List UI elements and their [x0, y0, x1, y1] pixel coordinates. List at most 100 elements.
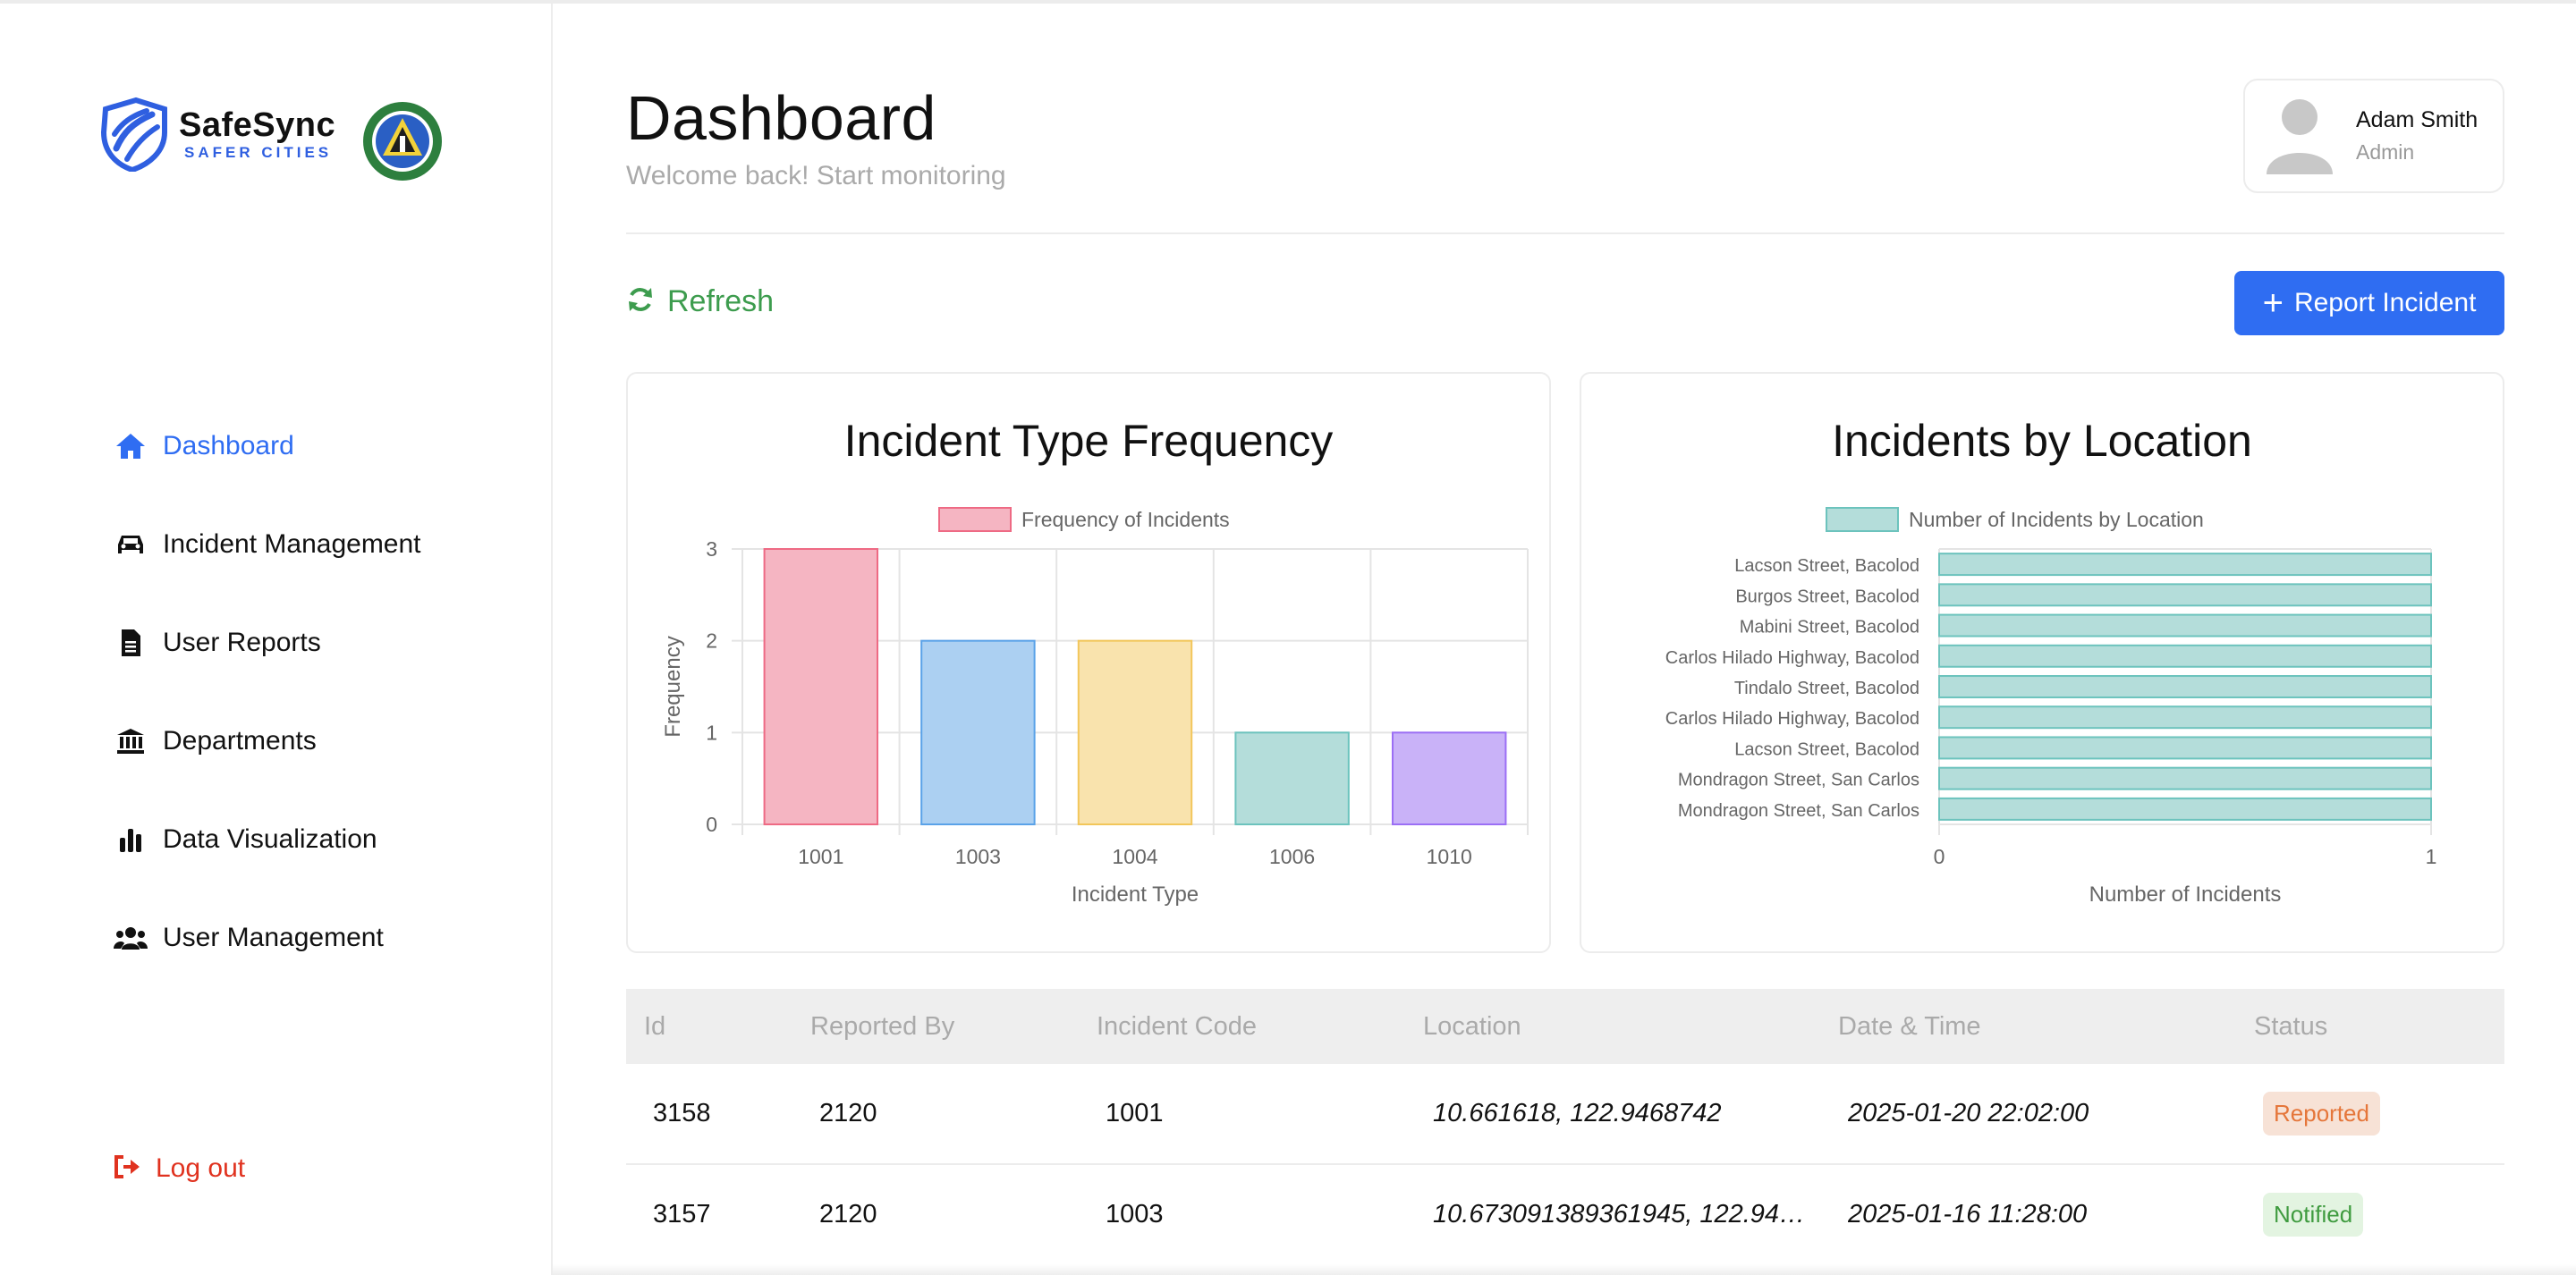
status-badge: Reported: [2263, 1092, 2380, 1136]
incident-type-chart-card: Incident Type Frequency Frequency of Inc…: [626, 372, 1551, 953]
sidebar-item-label: Data Visualization: [163, 824, 377, 854]
sidebar: SafeSync SAFER CITIES Dashboard Incident…: [0, 4, 553, 1275]
header-divider: [626, 232, 2504, 234]
y-tick-label: Carlos Hilado Highway, Bacolod: [1665, 648, 1919, 668]
bar: [920, 639, 1036, 825]
car-icon: [113, 527, 148, 562]
logout-button[interactable]: Log out: [113, 1153, 245, 1184]
incident-type-bar-chart: Frequency of Incidents 0 1 2 3 1001 1003 1004 10…: [661, 507, 1529, 907]
sidebar-item-dashboard[interactable]: Dashboard: [113, 397, 421, 495]
sidebar-item-user-management[interactable]: User Management: [113, 889, 421, 987]
column-header-status[interactable]: Status: [2254, 1012, 2327, 1042]
sidebar-item-label: Dashboard: [163, 431, 294, 460]
plus-icon: +: [2262, 283, 2284, 323]
x-tick-label: 1010: [1427, 845, 1472, 868]
bar: [763, 548, 879, 825]
column-header-id[interactable]: Id: [644, 1012, 665, 1042]
page-subtitle: Welcome back! Start monitoring: [626, 161, 1006, 190]
refresh-icon: [626, 285, 655, 318]
sidebar-item-label: User Reports: [163, 628, 321, 657]
x-tick-label: 1006: [1269, 845, 1315, 868]
user-profile-card[interactable]: Adam Smith Admin: [2243, 79, 2504, 193]
y-tick-label: 2: [706, 629, 717, 653]
sidebar-item-label: Departments: [163, 726, 317, 756]
legend-swatch: [938, 507, 1012, 532]
bar: [1938, 583, 2432, 607]
sidebar-item-departments[interactable]: Departments: [113, 692, 421, 790]
city-seal-logo: [363, 102, 442, 181]
safesync-shield-icon: [100, 97, 167, 172]
cell-incident-code: 1001: [1106, 1099, 1164, 1127]
y-tick-label: Mondragon Street, San Carlos: [1678, 801, 1919, 821]
x-axis-label: Number of Incidents: [2089, 882, 2282, 907]
cell-id: 3157: [653, 1200, 711, 1229]
refresh-button[interactable]: Refresh: [626, 284, 774, 319]
x-tick-label: 1004: [1112, 845, 1157, 868]
sidebar-item-label: User Management: [163, 923, 384, 952]
y-tick-label: Burgos Street, Bacolod: [1735, 587, 1919, 606]
bar-chart-icon: [113, 822, 148, 857]
bar: [1077, 639, 1193, 825]
cell-id: 3158: [653, 1099, 711, 1127]
table-row[interactable]: 3157 2120 1003 10.673091389361945, 122.9…: [626, 1165, 2504, 1266]
logout-label: Log out: [156, 1153, 246, 1183]
sidebar-item-incident-management[interactable]: Incident Management: [113, 495, 421, 594]
cell-location: 10.661618, 122.9468742: [1433, 1099, 1722, 1127]
incidents-by-location-chart-card: Incidents by Location Number of Incident…: [1580, 372, 2504, 953]
y-tick-label: Tindalo Street, Bacolod: [1734, 679, 1919, 698]
cell-date-time: 2025-01-20 22:02:00: [1848, 1099, 2089, 1127]
legend-label: Frequency of Incidents: [1021, 508, 1230, 531]
x-tick-label: 1003: [955, 845, 1001, 868]
y-tick-label: Mondragon Street, San Carlos: [1678, 771, 1919, 790]
legend-label: Number of Incidents by Location: [1909, 508, 2204, 531]
status-badge: Notified: [2263, 1193, 2364, 1237]
column-header-reported-by[interactable]: Reported By: [810, 1012, 954, 1042]
cell-incident-code: 1003: [1106, 1200, 1164, 1229]
cell-location: 10.673091389361945, 122.947...: [1433, 1200, 1809, 1229]
bar: [1938, 644, 2432, 668]
refresh-label: Refresh: [667, 284, 775, 318]
column-header-location[interactable]: Location: [1423, 1012, 1521, 1042]
bar: [1938, 705, 2432, 730]
column-header-date-time[interactable]: Date & Time: [1838, 1012, 1981, 1042]
y-tick-label: 1: [706, 721, 717, 744]
sidebar-nav: Dashboard Incident Management User Repor…: [113, 397, 421, 987]
sidebar-item-label: Incident Management: [163, 529, 421, 559]
incidents-table: Id Reported By Incident Code Location Da…: [626, 989, 2504, 1266]
table-row[interactable]: 3158 2120 1001 10.661618, 122.9468742 20…: [626, 1064, 2504, 1165]
x-axis-label: Incident Type: [1072, 882, 1199, 907]
users-icon: [113, 920, 148, 956]
y-tick-label: Lacson Street, Bacolod: [1734, 739, 1919, 759]
brand-name: SafeSync: [179, 106, 336, 144]
column-header-incident-code[interactable]: Incident Code: [1097, 1012, 1257, 1042]
y-tick-label: Lacson Street, Bacolod: [1734, 556, 1919, 576]
x-tick-label: 1001: [798, 845, 843, 868]
legend-swatch: [1826, 507, 1899, 532]
y-tick-label: 0: [706, 813, 717, 836]
cell-date-time: 2025-01-16 11:28:00: [1848, 1200, 2088, 1229]
sidebar-item-data-visualization[interactable]: Data Visualization: [113, 790, 421, 889]
incidents-by-location-bar-chart: Number of Incidents by Location 0 1 Lacson …: [1665, 507, 2437, 907]
file-icon: [113, 625, 148, 661]
bar: [1938, 675, 2432, 698]
cell-reported-by: 2120: [819, 1099, 877, 1127]
user-role: Admin: [2356, 140, 2415, 164]
bar: [1938, 797, 2432, 821]
table-header: Id Reported By Incident Code Location Da…: [626, 989, 2504, 1064]
y-tick-label: Mabini Street, Bacolod: [1740, 618, 1919, 638]
bar: [1234, 731, 1350, 826]
bar: [1938, 736, 2432, 760]
y-axis-label: Frequency: [661, 636, 685, 737]
y-tick-label: Carlos Hilado Highway, Bacolod: [1665, 709, 1919, 729]
brand-tagline: SAFER CITIES: [184, 144, 333, 161]
bottom-scroll-shadow: [553, 1264, 2576, 1275]
x-tick-label: 0: [1934, 845, 1945, 868]
x-tick-label: 1: [2426, 845, 2437, 868]
logout-icon: [113, 1154, 141, 1184]
report-incident-button[interactable]: + Report Incident: [2234, 271, 2504, 335]
bank-icon: [113, 723, 148, 759]
sidebar-item-user-reports[interactable]: User Reports: [113, 594, 421, 692]
cell-reported-by: 2120: [819, 1200, 877, 1229]
bar: [1938, 613, 2432, 638]
brand-logo[interactable]: SafeSync SAFER CITIES: [97, 97, 335, 172]
